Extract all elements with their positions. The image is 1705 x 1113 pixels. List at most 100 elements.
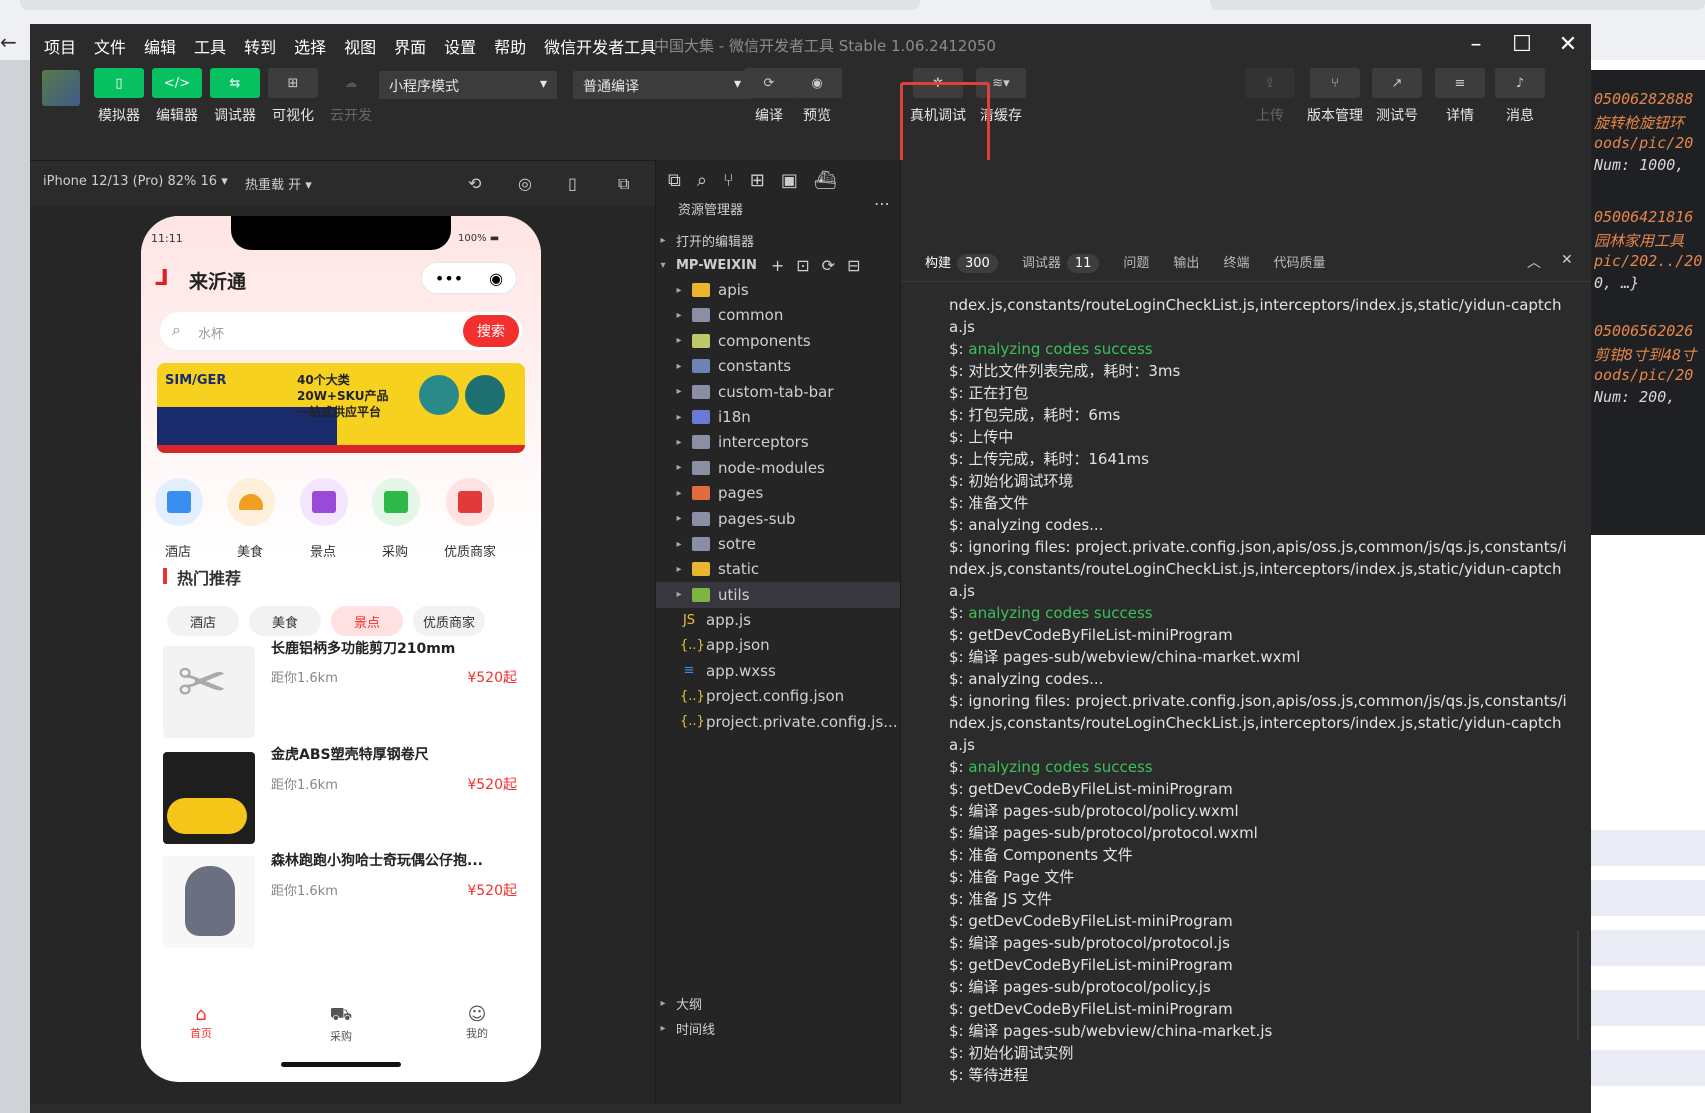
device-icon[interactable]: ▯	[568, 174, 577, 193]
folder-item[interactable]: ▸ utils	[656, 581, 901, 608]
stop-icon[interactable]: ◎	[518, 174, 532, 193]
menu-item[interactable]: 帮助	[494, 34, 526, 58]
folder-item[interactable]: ▸ node-modules	[656, 455, 901, 481]
folder-item[interactable]: ▸ constants	[656, 353, 901, 379]
file-item[interactable]: {..} project.private.config.js...	[656, 709, 901, 735]
details-button[interactable]: ≡ 详情	[1435, 68, 1485, 125]
chip-attraction[interactable]: 景点	[331, 606, 403, 636]
promo-banner[interactable]: SIM/GER 40个大类 20W+SKU产品 一站式供应平台	[157, 363, 525, 453]
chip-hotel[interactable]: 酒店	[167, 606, 239, 636]
timeline-section[interactable]: ▸ 时间线	[656, 1015, 901, 1041]
extensions-icon[interactable]: ⊞	[750, 170, 765, 194]
folder-item[interactable]: ▸ apis	[656, 277, 901, 303]
close-icon[interactable]: ✕	[1545, 24, 1591, 64]
device-select[interactable]: iPhone 12/13 (Pro) 82% 16 ▾	[43, 174, 228, 189]
visual-button[interactable]: ⊞ 可视化	[268, 68, 318, 125]
tab-bar: ⌂ 首页 ⛟ 采购 ☺ 我的	[141, 996, 541, 1056]
product-title[interactable]: 森林跑跑小狗哈士奇玩偶公仔抱...	[271, 850, 483, 870]
chevron-up-icon[interactable]: ︿	[1527, 252, 1541, 272]
cloud-button[interactable]: ☁ 云开发	[326, 68, 376, 125]
menu-item[interactable]: 项目	[44, 34, 76, 58]
close-circle-icon[interactable]: ◉	[489, 269, 503, 288]
console-tab[interactable]: 代码质量	[1273, 252, 1325, 271]
file-item[interactable]: JS app.js	[656, 607, 901, 633]
menu-item[interactable]: 界面	[394, 34, 426, 58]
back-arrow-icon[interactable]: ←	[0, 30, 17, 54]
menu-item[interactable]: 编辑	[144, 34, 176, 58]
tab-mine[interactable]: ☺ 我的	[447, 1004, 507, 1041]
chevron-right-icon: ▸	[676, 538, 682, 550]
folder-item[interactable]: ▸ pages	[656, 480, 901, 506]
compile-button[interactable]: ⟳ 编译	[744, 68, 794, 125]
maximize-icon[interactable]: ☐	[1499, 24, 1545, 64]
menu-item[interactable]: 视图	[344, 34, 376, 58]
test-account-button[interactable]: ↗ 测试号	[1372, 68, 1422, 125]
save-icon[interactable]: ▣	[781, 170, 798, 194]
editor-button[interactable]: </> 编辑器	[152, 68, 202, 125]
collapse-icon[interactable]: ⊟	[847, 256, 860, 275]
debugger-button[interactable]: ⇆ 调试器	[210, 68, 260, 125]
battery-value: 100%	[458, 233, 487, 244]
console-tab[interactable]: 问题	[1123, 252, 1149, 271]
version-button[interactable]: ⑂ 版本管理	[1307, 68, 1363, 125]
folder-item[interactable]: ▸ i18n	[656, 404, 901, 430]
new-file-icon[interactable]: +	[771, 256, 784, 275]
status-battery: 100% ▬	[458, 233, 500, 244]
open-editors-section[interactable]: ▸ 打开的编辑器	[656, 227, 901, 253]
more-icon[interactable]: •••	[435, 269, 463, 288]
files-icon[interactable]: ⧉	[668, 170, 681, 194]
tab-purchase[interactable]: ⛟ 采购	[311, 1004, 371, 1044]
source-control-icon[interactable]: ⑂	[723, 170, 734, 194]
docker-icon[interactable]: ⛴	[814, 170, 837, 194]
folder-item[interactable]: ▸ static	[656, 556, 901, 582]
product-title[interactable]: 长鹿铝柄多功能剪刀210mm	[271, 638, 455, 658]
more-icon[interactable]: ⋯	[874, 194, 890, 213]
chip-food[interactable]: 美食	[249, 606, 321, 636]
console-tab[interactable]: 调试器 11	[1022, 252, 1100, 273]
folder-item[interactable]: ▸ interceptors	[656, 429, 901, 455]
file-item[interactable]: {..} project.config.json	[656, 683, 901, 709]
new-folder-icon[interactable]: ⊡	[796, 256, 809, 275]
folder-item[interactable]: ▸ components	[656, 328, 901, 354]
search-icon[interactable]: ⌕	[697, 170, 707, 194]
preview-button[interactable]: ◉ 预览	[792, 68, 842, 125]
menu-item[interactable]: 设置	[444, 34, 476, 58]
close-icon[interactable]: ✕	[1561, 252, 1573, 268]
menu-item[interactable]: 微信开发者工具	[544, 34, 656, 58]
simulator-button[interactable]: ▯ 模拟器	[94, 68, 144, 125]
avatar[interactable]	[42, 70, 80, 106]
capsule-menu[interactable]: ••• ◉	[421, 262, 517, 294]
mode-select[interactable]: 小程序模式 ▾	[379, 71, 557, 99]
console-tabs: 构建 300 调试器 11 问题 输出 终端 代码质量	[901, 242, 1591, 282]
folder-item[interactable]: ▸ sotre	[656, 531, 901, 557]
project-section[interactable]: ▾ MP-WEIXIN + ⊡ ⟳ ⊟	[656, 252, 901, 278]
console-tab[interactable]: 终端	[1223, 252, 1249, 271]
hotreload-toggle[interactable]: 热重载 开 ▾	[245, 174, 312, 193]
popout-icon[interactable]: ⧉	[618, 174, 629, 194]
menu-item[interactable]: 选择	[294, 34, 326, 58]
file-item[interactable]: {..} app.json	[656, 632, 901, 658]
browser-tab[interactable]	[1210, 0, 1705, 10]
chip-merchant[interactable]: 优质商家	[413, 606, 485, 636]
compile-select[interactable]: 普通编译 ▾	[573, 71, 751, 99]
menu-item[interactable]: 文件	[94, 34, 126, 58]
messages-button[interactable]: ♪ 消息	[1495, 68, 1545, 125]
console-tab[interactable]: 构建 300	[925, 252, 998, 273]
console-tab[interactable]: 输出	[1173, 252, 1199, 271]
tab-home[interactable]: ⌂ 首页	[171, 1004, 231, 1041]
upload-button[interactable]: ⇪ 上传	[1245, 68, 1295, 125]
file-item[interactable]: ≡ app.wxss	[656, 658, 901, 684]
folder-item[interactable]: ▸ pages-sub	[656, 506, 901, 532]
minimize-icon[interactable]: –	[1453, 24, 1499, 64]
menu-item[interactable]: 转到	[244, 34, 276, 58]
browser-tab[interactable]	[20, 0, 920, 10]
scrollbar[interactable]	[1577, 930, 1579, 1040]
folder-item[interactable]: ▸ common	[656, 302, 901, 328]
product-title[interactable]: 金虎ABS塑壳特厚钢卷尺	[271, 744, 429, 764]
search-button[interactable]: 搜索	[463, 315, 519, 347]
folder-item[interactable]: ▸ custom-tab-bar	[656, 379, 901, 405]
outline-section[interactable]: ▸ 大纲	[656, 990, 901, 1016]
rotate-icon[interactable]: ⟲	[468, 174, 481, 193]
refresh-icon[interactable]: ⟳	[822, 256, 835, 275]
menu-item[interactable]: 工具	[194, 34, 226, 58]
